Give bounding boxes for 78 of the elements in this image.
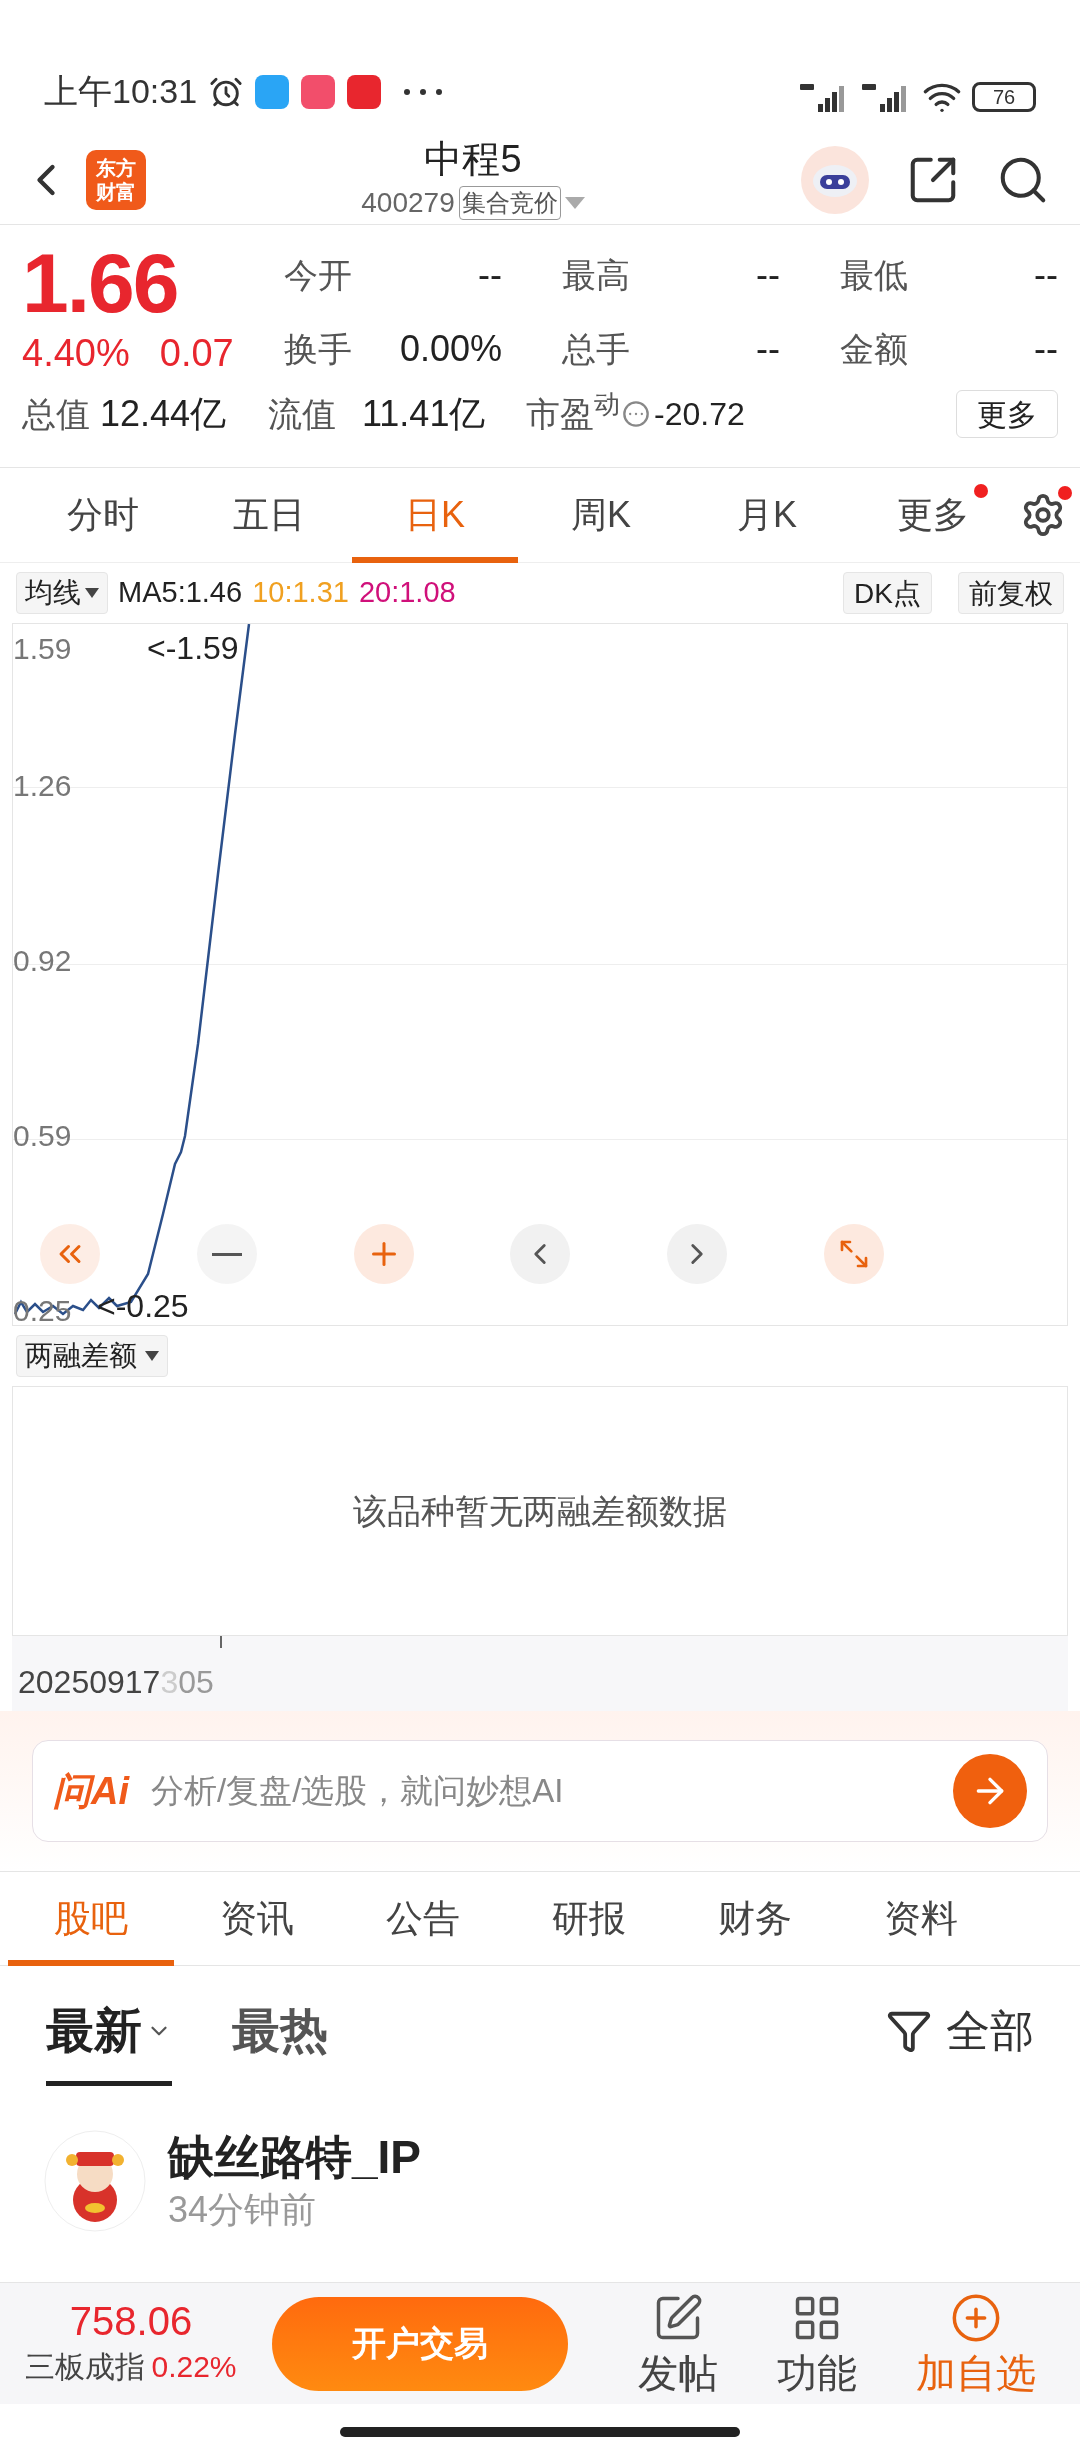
period-tab[interactable]: 五日	[186, 467, 352, 563]
content-tab[interactable]: 资料	[838, 1871, 1004, 1966]
current-price: 1.66	[22, 237, 179, 329]
index-change: 0.22%	[151, 2349, 237, 2385]
stock-code: 400279	[361, 185, 455, 220]
stat-label: 总值	[22, 393, 90, 435]
stat-value: --	[756, 253, 780, 297]
toolbar-action[interactable]: 功能	[777, 2291, 857, 2396]
y-axis-label: 1.59	[13, 632, 72, 666]
stat-value: --	[1034, 253, 1058, 297]
sort-tab[interactable]: 最新	[46, 1976, 172, 2086]
toolbar-action[interactable]: 发帖	[637, 2291, 718, 2396]
app-icon	[347, 74, 382, 109]
ai-search-field[interactable]: 问Ai 分析/复盘/选股，就问妙想AI	[32, 1740, 1048, 1842]
stat-label: 最低	[840, 254, 908, 296]
stat-label: 市盈$^{动}$	[526, 388, 620, 435]
author-name[interactable]: 缺丝路特_IP	[168, 2128, 422, 2186]
stat-value: --	[1034, 327, 1058, 371]
auction-status-tag: 集合竞价	[458, 185, 561, 220]
content-tab[interactable]: 研报	[506, 1871, 672, 1966]
moving-average-value: 20:1.08	[358, 575, 456, 611]
low-price-marker: <-0.25	[97, 1288, 189, 1324]
app-logo: 东方 财富	[86, 149, 146, 210]
index-value: 758.06	[69, 2298, 193, 2344]
stat-label: 换手	[284, 328, 352, 370]
app-icon	[255, 74, 290, 109]
period-tab[interactable]: 更多	[850, 467, 1016, 563]
price-adjust-button[interactable]: 前复权	[958, 572, 1064, 614]
index-name: 三板成指	[25, 2349, 146, 2385]
stat-label: 今开	[284, 254, 352, 296]
sort-tab[interactable]: 最热	[232, 1976, 328, 2086]
y-axis-label: 0.92	[13, 944, 72, 978]
stat-value: --	[478, 253, 502, 297]
ai-logo: 问Ai	[53, 1768, 129, 1814]
ai-search-placeholder: 分析/复盘/选股，就问妙想AI	[151, 1771, 564, 1812]
stat-value: 0.00%	[399, 327, 502, 371]
filter-label[interactable]: 全部	[946, 1998, 1034, 2064]
no-data-message: 该品种暂无两融差额数据	[353, 1490, 727, 1532]
info-icon[interactable]	[622, 400, 650, 428]
moving-average-value: MA5:1.46	[118, 575, 243, 611]
battery-indicator: 76	[972, 82, 1036, 112]
robot-avatar-icon[interactable]	[800, 144, 870, 215]
stat-label: 最高	[562, 254, 630, 296]
indicator-dropdown[interactable]: 均线	[16, 572, 108, 614]
stat-value: -20.72	[654, 395, 745, 434]
period-tab[interactable]: 周K	[518, 467, 684, 563]
y-axis-label: 0.59	[13, 1119, 72, 1153]
high-price-marker: <-1.59	[147, 630, 239, 666]
stat-value: --	[756, 327, 780, 371]
period-tab[interactable]: 分时	[20, 467, 186, 563]
stat-value: 12.44亿	[100, 392, 228, 436]
change-percent: 4.40%	[22, 331, 130, 376]
stock-name: 中程5	[424, 136, 522, 182]
app-icon	[301, 74, 336, 109]
content-tab[interactable]: 资讯	[174, 1871, 340, 1966]
change-amount: 0.07	[159, 331, 234, 376]
content-tab[interactable]: 财务	[672, 1871, 838, 1966]
post-time: 34分钟前	[168, 2188, 318, 2232]
stat-label: 金额	[840, 328, 908, 370]
stat-label: 总手	[562, 328, 630, 370]
more-button[interactable]: 更多	[956, 390, 1058, 438]
stat-label: 流值	[268, 393, 336, 435]
moving-average-value: 10:1.31	[252, 575, 349, 611]
content-tab[interactable]: 公告	[340, 1871, 506, 1966]
sub-indicator-dropdown[interactable]: 两融差额	[16, 1335, 168, 1377]
zoom-in-button[interactable]	[354, 1224, 414, 1284]
period-tab[interactable]: 月K	[684, 467, 850, 563]
dk-point-button[interactable]: DK点	[843, 572, 932, 614]
status-time: 上午10:31	[44, 71, 198, 112]
caret-icon	[85, 588, 99, 598]
expand-icon	[838, 1238, 870, 1270]
more-icon	[403, 87, 444, 96]
y-axis-label: 1.26	[13, 769, 72, 803]
fullscreen-button[interactable]	[824, 1224, 884, 1284]
user-avatar[interactable]	[44, 2130, 146, 2232]
stat-value: 11.41亿	[362, 392, 487, 436]
minus-icon	[212, 1252, 242, 1256]
caret-icon	[145, 1351, 159, 1361]
